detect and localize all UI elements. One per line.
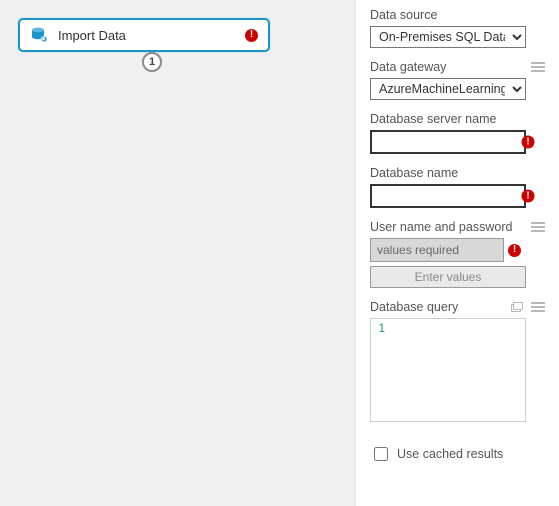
popout-icon[interactable]	[511, 302, 523, 312]
enter-values-button[interactable]: Enter values	[370, 266, 526, 288]
module-title: Import Data	[58, 28, 245, 43]
data-gateway-select[interactable]: AzureMachineLearning_On	[370, 78, 526, 100]
menu-icon[interactable]	[531, 222, 545, 232]
db-name-label: Database name	[370, 166, 458, 180]
module-error-icon: !	[245, 29, 258, 42]
database-icon	[30, 26, 48, 44]
field-query: Database query 1	[370, 300, 545, 422]
menu-icon[interactable]	[531, 62, 545, 72]
data-gateway-label: Data gateway	[370, 60, 446, 74]
error-icon: !	[508, 244, 521, 257]
error-icon: !	[522, 190, 535, 203]
db-server-label: Database server name	[370, 112, 496, 126]
properties-panel: Data source On-Premises SQL Database Dat…	[356, 0, 559, 506]
use-cached-checkbox[interactable]	[374, 447, 388, 461]
db-server-input[interactable]	[370, 130, 526, 154]
credentials-status: values required	[370, 238, 504, 262]
query-editor[interactable]: 1	[370, 318, 526, 422]
use-cached-label: Use cached results	[397, 447, 503, 461]
db-name-input[interactable]	[370, 184, 526, 208]
line-number: 1	[371, 319, 389, 421]
field-data-gateway: Data gateway AzureMachineLearning_On	[370, 60, 545, 100]
field-db-server: Database server name !	[370, 112, 545, 154]
data-source-label: Data source	[370, 8, 437, 22]
error-icon: !	[522, 136, 535, 149]
credentials-label: User name and password	[370, 220, 512, 234]
query-label: Database query	[370, 300, 458, 314]
module-import-data[interactable]: Import Data ! 1	[18, 18, 270, 52]
query-textarea[interactable]	[389, 319, 525, 421]
use-cached-row[interactable]: Use cached results	[370, 444, 545, 464]
field-credentials: User name and password values required !…	[370, 220, 545, 288]
menu-icon[interactable]	[531, 302, 545, 312]
data-source-select[interactable]: On-Premises SQL Database	[370, 26, 526, 48]
field-data-source: Data source On-Premises SQL Database	[370, 8, 545, 48]
field-db-name: Database name !	[370, 166, 545, 208]
designer-canvas[interactable]: Import Data ! 1	[0, 0, 356, 506]
output-port-1[interactable]: 1	[142, 52, 162, 72]
